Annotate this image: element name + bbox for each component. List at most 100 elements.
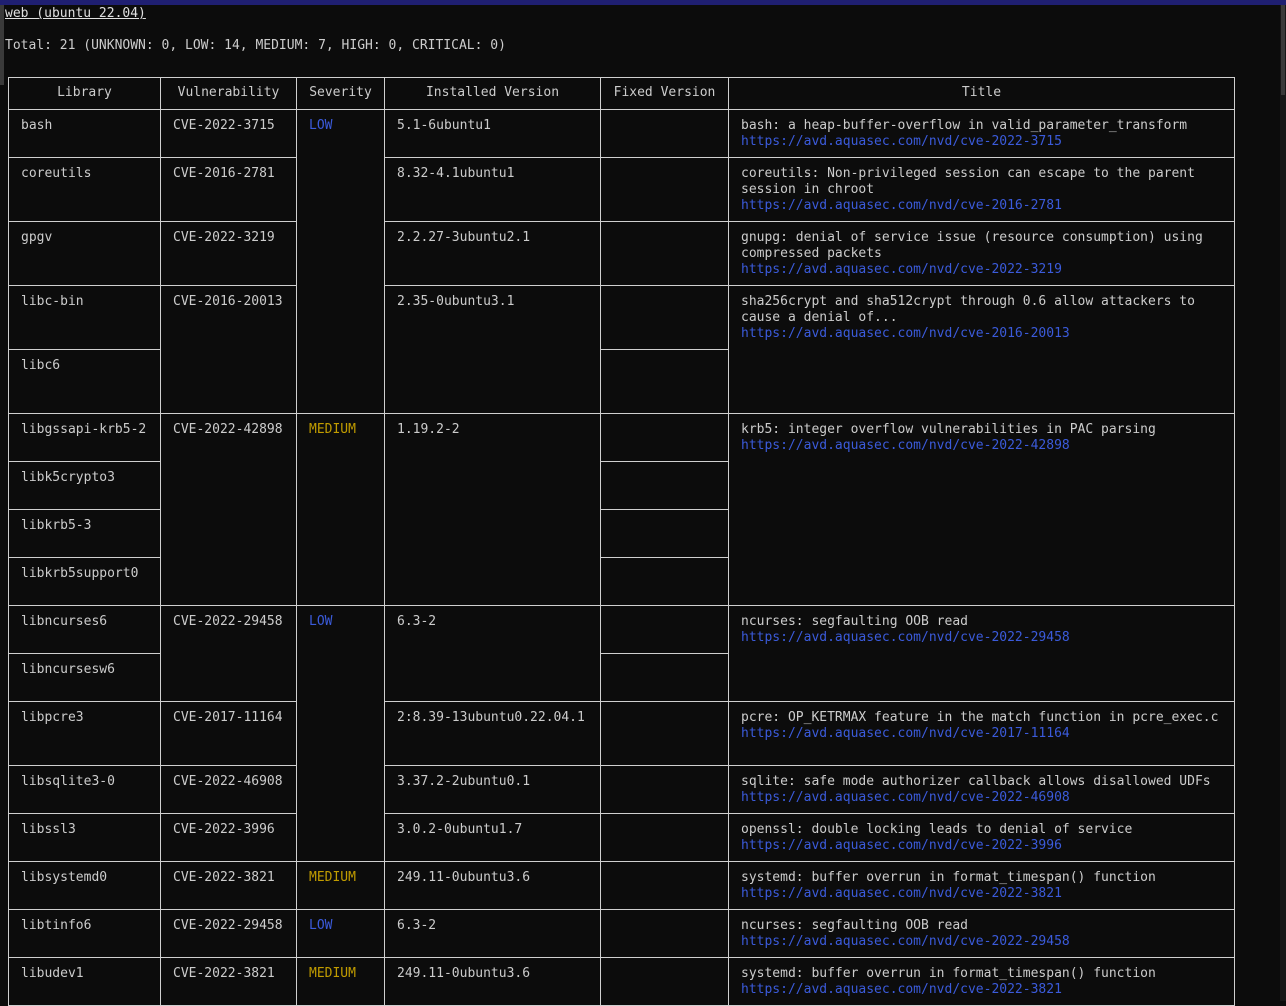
advisory-link[interactable]: https://avd.aquasec.com/nvd/cve-2022-382…	[741, 982, 1062, 997]
title-text: bash: a heap-buffer-overflow in valid_pa…	[741, 118, 1188, 133]
table-row: libtinfo6 CVE-2022-29458 LOW 6.3-2 ncurs…	[8, 909, 1235, 958]
installed-version-cell: 249.11-0ubuntu3.6	[384, 957, 601, 1006]
library-cell: libudev1	[8, 957, 161, 1006]
library-cell: libncursesw6	[8, 653, 161, 702]
advisory-link[interactable]: https://avd.aquasec.com/nvd/cve-2017-111…	[741, 726, 1070, 741]
fixed-version-cell	[600, 765, 729, 814]
table-row: libc-bin CVE-2016-20013 2.35-0ubuntu3.1 …	[8, 285, 1235, 414]
advisory-link[interactable]: https://avd.aquasec.com/nvd/cve-2022-469…	[741, 790, 1070, 805]
advisory-link[interactable]: https://avd.aquasec.com/nvd/cve-2016-200…	[741, 326, 1070, 341]
fixed-version-cell	[600, 509, 729, 558]
advisory-link[interactable]: https://avd.aquasec.com/nvd/cve-2022-382…	[741, 886, 1062, 901]
library-cell: libpcre3	[8, 701, 161, 766]
installed-version-cell: 3.37.2-2ubuntu0.1	[384, 765, 601, 814]
installed-version-cell: 1.19.2-2	[384, 413, 601, 606]
title-cell: ncurses: segfaulting OOB read https://av…	[728, 605, 1235, 702]
title-cell: sha256crypt and sha512crypt through 0.6 …	[728, 285, 1235, 414]
table-row: libssl3 CVE-2022-3996 3.0.2-0ubuntu1.7 o…	[8, 813, 1235, 862]
title-text: systemd: buffer overrun in format_timesp…	[741, 966, 1156, 981]
advisory-link[interactable]: https://avd.aquasec.com/nvd/cve-2022-399…	[741, 838, 1062, 853]
fixed-version-cell	[600, 813, 729, 862]
vertical-scrollbar[interactable]	[1280, 5, 1286, 1001]
title-cell: sqlite: safe mode authorizer callback al…	[728, 765, 1235, 814]
table-row: bash CVE-2022-3715 LOW 5.1-6ubuntu1 bash…	[8, 109, 1235, 414]
fixed-version-cell	[600, 285, 729, 350]
fixed-version-cell	[600, 157, 729, 222]
left-scroll-marker	[0, 5, 4, 85]
title-cell: systemd: buffer overrun in format_timesp…	[728, 957, 1235, 1006]
column-header-severity: Severity	[296, 77, 385, 110]
severity-cell: MEDIUM	[296, 957, 385, 1006]
vulnerability-id-cell: CVE-2022-46908	[160, 765, 297, 814]
library-cell: gpgv	[8, 221, 161, 286]
advisory-link[interactable]: https://avd.aquasec.com/nvd/cve-2016-278…	[741, 198, 1062, 213]
fixed-version-cell	[600, 413, 729, 462]
library-cell: libc6	[8, 349, 161, 414]
library-cell: libkrb5support0	[8, 557, 161, 606]
title-cell: ncurses: segfaulting OOB read https://av…	[728, 909, 1235, 958]
table-row: gpgv CVE-2022-3219 2.2.27-3ubuntu2.1 gnu…	[8, 221, 1235, 286]
severity-cell: MEDIUM	[296, 861, 385, 910]
vulnerability-id-cell: CVE-2022-3715	[160, 109, 297, 158]
fixed-version-cell	[600, 349, 729, 414]
table-header-row: Library Vulnerability Severity Installed…	[8, 77, 1235, 110]
title-text: sqlite: safe mode authorizer callback al…	[741, 774, 1211, 789]
advisory-link[interactable]: https://avd.aquasec.com/nvd/cve-2022-294…	[741, 630, 1070, 645]
library-cell: coreutils	[8, 157, 161, 222]
fixed-version-cell	[600, 701, 729, 766]
installed-version-cell: 5.1-6ubuntu1	[384, 109, 601, 158]
advisory-link[interactable]: https://avd.aquasec.com/nvd/cve-2022-428…	[741, 438, 1070, 453]
fixed-version-cell	[600, 557, 729, 606]
title-cell: krb5: integer overflow vulnerabilities i…	[728, 413, 1235, 606]
fixed-version-cell	[600, 221, 729, 286]
vulnerability-id-cell: CVE-2016-2781	[160, 157, 297, 222]
advisory-link[interactable]: https://avd.aquasec.com/nvd/cve-2022-321…	[741, 262, 1062, 277]
title-cell: openssl: double locking leads to denial …	[728, 813, 1235, 862]
title-text: pcre: OP_KETRMAX feature in the match fu…	[741, 710, 1219, 725]
title-cell: coreutils: Non-privileged session can es…	[728, 157, 1235, 222]
advisory-link[interactable]: https://avd.aquasec.com/nvd/cve-2022-294…	[741, 934, 1070, 949]
table-row: libpcre3 CVE-2017-11164 2:8.39-13ubuntu0…	[8, 701, 1235, 766]
installed-version-cell: 249.11-0ubuntu3.6	[384, 861, 601, 910]
vulnerability-id-cell: CVE-2022-29458	[160, 605, 297, 702]
advisory-link[interactable]: https://avd.aquasec.com/nvd/cve-2022-371…	[741, 134, 1062, 149]
scrollbar-thumb[interactable]	[1281, 5, 1285, 95]
title-text: sha256crypt and sha512crypt through 0.6 …	[741, 294, 1203, 325]
severity-cell: MEDIUM	[296, 413, 385, 606]
title-text: ncurses: segfaulting OOB read	[741, 614, 968, 629]
table-row: coreutils CVE-2016-2781 8.32-4.1ubuntu1 …	[8, 157, 1235, 222]
fixed-version-cell	[600, 909, 729, 958]
library-cell: libc-bin	[8, 285, 161, 350]
installed-version-cell: 2.35-0ubuntu3.1	[384, 285, 601, 414]
scan-target-heading: web (ubuntu 22.04)	[5, 6, 146, 21]
installed-version-cell: 2.2.27-3ubuntu2.1	[384, 221, 601, 286]
vulnerability-id-cell: CVE-2022-29458	[160, 909, 297, 958]
table-row: libsqlite3-0 CVE-2022-46908 3.37.2-2ubun…	[8, 765, 1235, 814]
fixed-version-cell	[600, 605, 729, 654]
title-cell: gnupg: denial of service issue (resource…	[728, 221, 1235, 286]
column-header-library: Library	[8, 77, 161, 110]
title-text: gnupg: denial of service issue (resource…	[741, 230, 1211, 261]
title-cell: bash: a heap-buffer-overflow in valid_pa…	[728, 109, 1235, 158]
severity-cell: LOW	[296, 109, 385, 414]
window-top-bar	[0, 0, 1286, 5]
column-header-title: Title	[728, 77, 1235, 110]
vulnerability-id-cell: CVE-2022-42898	[160, 413, 297, 606]
vulnerability-id-cell: CVE-2017-11164	[160, 701, 297, 766]
severity-cell: LOW	[296, 909, 385, 958]
library-cell: libncurses6	[8, 605, 161, 654]
vulnerability-id-cell: CVE-2022-3821	[160, 861, 297, 910]
title-text: systemd: buffer overrun in format_timesp…	[741, 870, 1156, 885]
table-row: libncurses6 CVE-2022-29458 LOW 6.3-2 ncu…	[8, 605, 1235, 862]
installed-version-cell: 2:8.39-13ubuntu0.22.04.1	[384, 701, 601, 766]
library-cell: bash	[8, 109, 161, 158]
installed-version-cell: 8.32-4.1ubuntu1	[384, 157, 601, 222]
column-header-vulnerability: Vulnerability	[160, 77, 297, 110]
title-text: coreutils: Non-privileged session can es…	[741, 166, 1203, 197]
table-row: libudev1 CVE-2022-3821 MEDIUM 249.11-0ub…	[8, 957, 1235, 1006]
fixed-version-cell	[600, 861, 729, 910]
fixed-version-cell	[600, 957, 729, 1006]
severity-cell: LOW	[296, 605, 385, 862]
fixed-version-cell	[600, 653, 729, 702]
library-cell: libssl3	[8, 813, 161, 862]
